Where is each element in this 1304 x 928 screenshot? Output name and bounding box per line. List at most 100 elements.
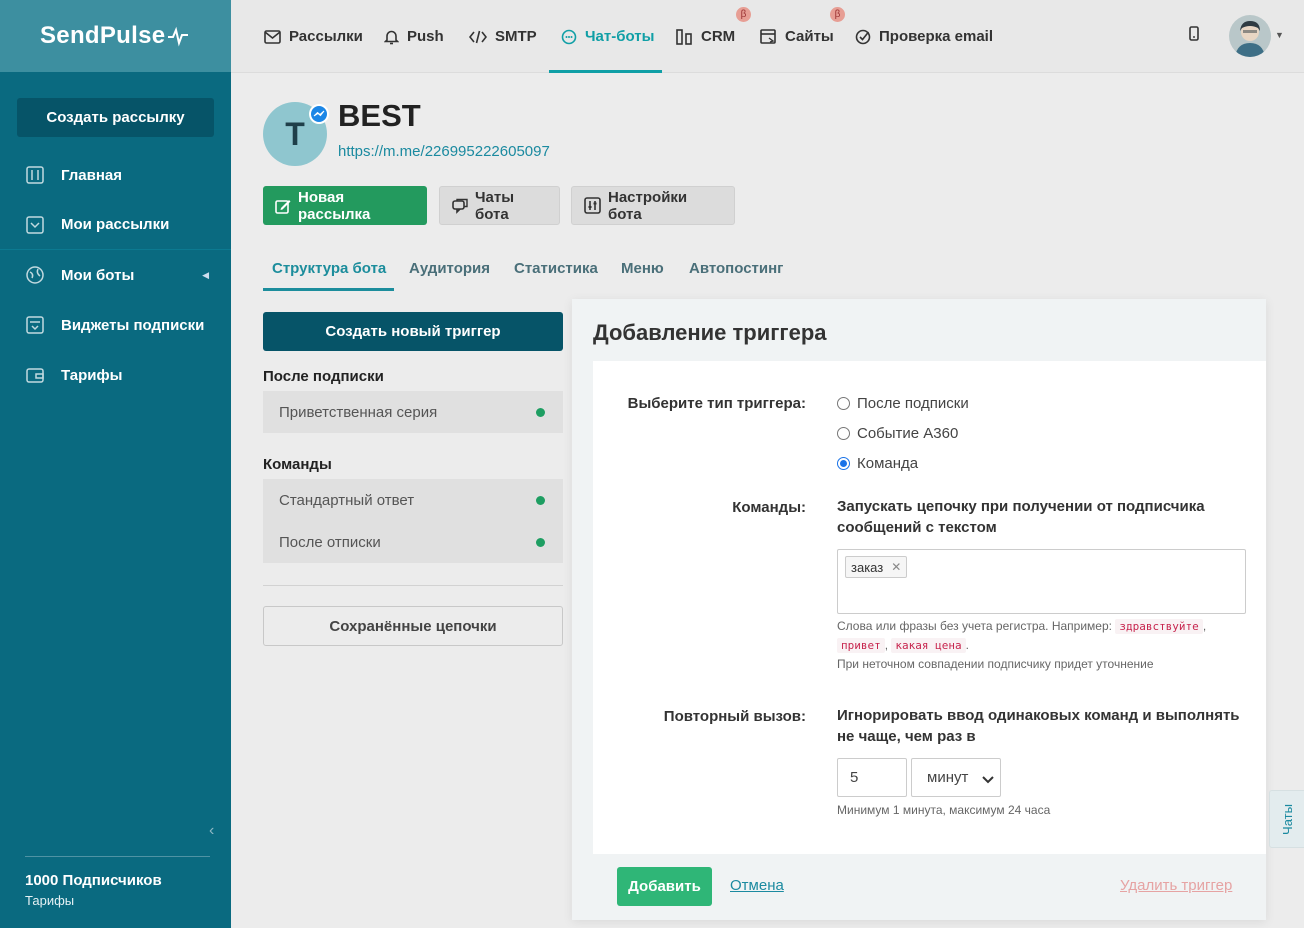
tab-audience[interactable]: Аудитория bbox=[409, 245, 490, 291]
phone-icon[interactable] bbox=[1188, 25, 1200, 48]
logo[interactable]: SendPulse bbox=[0, 0, 231, 72]
repeat-unit-select[interactable]: минут bbox=[911, 758, 1001, 797]
chats-icon bbox=[452, 198, 468, 214]
sidebar-item-tariffs[interactable]: Тарифы bbox=[0, 350, 231, 400]
trigger-label: Стандартный ответ bbox=[279, 491, 415, 509]
cancel-link[interactable]: Отмена bbox=[730, 877, 784, 894]
section-commands: Команды bbox=[263, 456, 332, 473]
trigger-item[interactable]: Приветственная серия bbox=[263, 391, 563, 433]
trigger-item[interactable]: Стандартный ответ bbox=[263, 479, 563, 521]
sidebar-item-home[interactable]: Главная bbox=[0, 150, 231, 200]
divider bbox=[263, 585, 563, 586]
settings-sliders-icon bbox=[584, 197, 601, 214]
example-code: привет bbox=[837, 638, 885, 653]
radio-event-a360[interactable]: Событие A360 bbox=[837, 425, 958, 442]
bot-link[interactable]: https://m.me/226995222605097 bbox=[338, 143, 550, 160]
chats-tab-label: Чаты bbox=[1279, 803, 1295, 835]
radio-label: Событие A360 bbox=[857, 425, 959, 442]
status-dot bbox=[536, 537, 545, 547]
sidebar-item-my-mailings[interactable]: Мои рассылки bbox=[0, 200, 231, 250]
top-nav-push[interactable]: Push bbox=[384, 0, 444, 73]
create-trigger-button[interactable]: Создать новый триггер bbox=[263, 312, 563, 351]
sliders-icon bbox=[26, 166, 44, 184]
globe-icon bbox=[26, 266, 44, 284]
collapse-sidebar-icon[interactable]: ‹ bbox=[209, 822, 214, 840]
tag-chip: заказ ✕ bbox=[845, 556, 908, 578]
sidebar-item-my-bots[interactable]: Мои боты ◀ bbox=[0, 250, 231, 300]
trigger-item[interactable]: После отписки bbox=[263, 521, 563, 563]
radio-after-subscribe[interactable]: После подписки bbox=[837, 395, 969, 412]
edit-icon bbox=[275, 198, 291, 214]
radio-button[interactable] bbox=[837, 397, 850, 410]
bot-settings-button[interactable]: Настройки бота bbox=[571, 186, 735, 225]
add-trigger-modal: Добавление триггера Выберите тип триггер… bbox=[572, 299, 1266, 920]
chevron-down-icon[interactable]: ▼ bbox=[1275, 30, 1284, 40]
logo-text: SendPulse bbox=[40, 22, 166, 49]
tab-autoposting[interactable]: Автопостинг bbox=[689, 245, 783, 291]
new-mailing-button[interactable]: Новая рассылка bbox=[263, 186, 427, 225]
user-avatar[interactable] bbox=[1229, 15, 1271, 57]
radio-command[interactable]: Команда bbox=[837, 455, 918, 472]
top-nav-crm[interactable]: CRM bbox=[676, 0, 735, 73]
bot-chats-button[interactable]: Чаты бота bbox=[439, 186, 560, 225]
top-nav-email-check[interactable]: Проверка email bbox=[855, 0, 993, 73]
sidebar-item-label: Мои боты bbox=[61, 266, 135, 284]
status-dot bbox=[536, 407, 545, 417]
sidebar-item-label: Главная bbox=[61, 166, 123, 184]
tag-label: заказ bbox=[851, 559, 884, 575]
top-nav-sites[interactable]: Сайты bbox=[760, 0, 834, 73]
sidebar-item-label: Мои рассылки bbox=[61, 216, 170, 233]
section-after-subscribe: После подписки bbox=[263, 368, 384, 385]
pulse-icon bbox=[168, 26, 189, 47]
repeat-description: Игнорировать ввод одинаковых команд и вы… bbox=[837, 707, 1240, 745]
sidebar: SendPulse Создать рассылку Главная Мои р… bbox=[0, 0, 231, 928]
bot-name: BEST bbox=[338, 98, 421, 133]
top-nav-label: CRM bbox=[701, 28, 736, 45]
sidebar-item-widgets[interactable]: Виджеты подписки bbox=[0, 300, 231, 350]
top-nav-label: Проверка email bbox=[879, 28, 994, 45]
add-button[interactable]: Добавить bbox=[617, 867, 712, 906]
widget-icon bbox=[26, 316, 44, 334]
chat-icon bbox=[561, 29, 577, 45]
beta-badge-crm: β bbox=[736, 7, 751, 22]
bot-tabs: Структура бота Аудитория Статистика Меню… bbox=[262, 245, 1266, 291]
subscribers-count: 1000 Подписчиков bbox=[25, 872, 162, 889]
remove-tag-icon[interactable]: ✕ bbox=[891, 560, 901, 574]
repeat-hint: Минимум 1 минута, максимум 24 часа bbox=[837, 803, 1051, 817]
top-nav-smtp[interactable]: SMTP bbox=[469, 0, 537, 73]
status-dot bbox=[536, 495, 545, 505]
tab-bot-structure[interactable]: Структура бота bbox=[262, 245, 395, 291]
top-nav-chatbots[interactable]: Чат-боты bbox=[548, 0, 663, 73]
saved-chains-button[interactable]: Сохранённые цепочки bbox=[263, 606, 563, 646]
site-icon bbox=[760, 28, 777, 45]
check-icon bbox=[855, 29, 871, 45]
trigger-label: Приветственная серия bbox=[279, 403, 438, 421]
top-nav-label: Рассылки bbox=[289, 28, 363, 45]
button-label: Новая рассылка bbox=[298, 188, 371, 223]
crm-icon bbox=[676, 28, 693, 45]
commands-tag-input[interactable]: заказ ✕ bbox=[837, 549, 1246, 614]
top-nav-mailings[interactable]: Рассылки bbox=[264, 0, 363, 73]
trigger-label: После отписки bbox=[279, 533, 381, 551]
modal-body: Выберите тип триггера: После подписки Со… bbox=[593, 361, 1266, 854]
tab-statistics[interactable]: Статистика bbox=[514, 245, 598, 291]
repeat-interval-input[interactable]: 5 bbox=[837, 758, 907, 797]
tariffs-link[interactable]: Тарифы bbox=[25, 893, 74, 908]
tab-menu[interactable]: Меню bbox=[621, 245, 664, 291]
inbox-icon bbox=[26, 215, 44, 234]
chats-side-tab[interactable]: Чаты bbox=[1269, 790, 1304, 848]
radio-button-selected[interactable] bbox=[837, 457, 850, 470]
commands-label: Команды: bbox=[732, 499, 806, 516]
divider bbox=[25, 856, 210, 857]
radio-button[interactable] bbox=[837, 427, 850, 440]
create-mailing-button[interactable]: Создать рассылку bbox=[17, 98, 214, 137]
sidebar-nav: Главная Мои рассылки Мои боты ◀ Виджеты … bbox=[0, 150, 231, 400]
select-value: минут bbox=[927, 769, 969, 786]
hint-text: При неточном совпадении подписчику приде… bbox=[837, 657, 1154, 671]
hint-text: Слова или фразы без учета регистра. Напр… bbox=[837, 619, 1112, 633]
beta-badge-sites: β bbox=[830, 7, 845, 22]
trigger-type-label: Выберите тип триггера: bbox=[627, 395, 806, 412]
messenger-icon bbox=[309, 104, 329, 124]
delete-trigger-link[interactable]: Удалить триггер bbox=[1120, 877, 1232, 894]
caret-left-icon: ◀ bbox=[202, 269, 209, 280]
